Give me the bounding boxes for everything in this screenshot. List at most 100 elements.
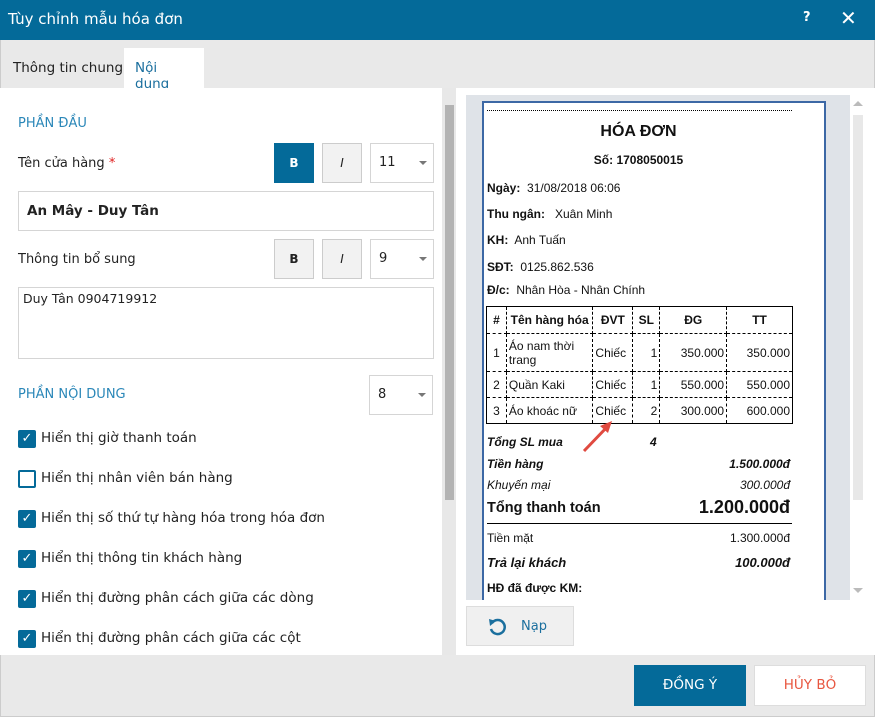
value: Anh Tuấn (514, 233, 566, 247)
extra-info-font-size-select[interactable]: 9 (370, 239, 434, 279)
required-marker: * (108, 156, 116, 171)
table-cell: Chiếc (592, 333, 634, 372)
total-qty-value: 4 (650, 435, 657, 449)
store-name-label-text: Tên cửa hàng (18, 156, 105, 171)
scrollbar-thumb[interactable] (445, 105, 454, 500)
help-button[interactable]: ? (803, 10, 811, 25)
store-name-input[interactable]: An Mây - Duy Tân (18, 191, 434, 231)
label: Đ/c: (487, 283, 510, 297)
annotation-arrow-icon (582, 421, 612, 453)
table-cell: 550.000 (726, 371, 793, 398)
reload-label: Nạp (521, 619, 547, 634)
checkbox-checked[interactable]: ✓ (18, 550, 36, 568)
option-label[interactable]: Hiển thị thông tin khách hàng (41, 550, 242, 566)
reload-button[interactable]: Nạp (466, 606, 574, 646)
content-font-size-select[interactable]: 8 (369, 375, 433, 415)
table-cell: Quần Kaki (505, 371, 594, 398)
font-size-value: 11 (379, 155, 396, 170)
label: SĐT: (487, 260, 514, 274)
receipt-paper: HÓA ĐƠN Số: 1708050015 Ngày: 31/08/2018 … (482, 101, 826, 600)
label: Ngày: (487, 181, 521, 195)
receipt-date: Ngày: 31/08/2018 06:06 (487, 181, 620, 195)
checkbox-checked[interactable]: ✓ (18, 510, 36, 528)
cancel-button[interactable]: HỦY BỎ (754, 665, 866, 706)
receipt-customer: KH: Anh Tuấn (487, 233, 566, 247)
tab-general-info[interactable]: Thông tin chung (2, 48, 134, 88)
font-size-value: 9 (379, 251, 388, 266)
column-header: ĐVT (592, 306, 634, 334)
extra-info-italic-button[interactable]: I (322, 239, 362, 279)
column-header: SL (632, 306, 661, 334)
table-row: 2 Quần Kaki Chiếc 1 550.000 550.000 (486, 371, 793, 398)
subtotal-value: 1.500.000đ (729, 457, 790, 471)
value: Xuân Minh (555, 207, 613, 221)
column-header: ĐG (659, 306, 728, 334)
cash-value: 1.300.000đ (729, 531, 790, 545)
checkbox-checked[interactable]: ✓ (18, 590, 36, 608)
change-value: 100.000đ (735, 555, 790, 570)
checkbox-checked[interactable]: ✓ (18, 430, 36, 448)
table-cell: 2 (486, 371, 507, 398)
store-name-bold-button[interactable]: B (274, 143, 314, 183)
discount-label: Khuyến mại (487, 478, 551, 492)
promo-label: HĐ đã được KM: (487, 581, 583, 595)
table-cell: 2 (632, 397, 661, 424)
close-button[interactable]: ✕ (840, 6, 857, 30)
store-name-italic-button[interactable]: I (322, 143, 362, 183)
receipt-phone: SĐT: 0125.862.536 (487, 260, 594, 274)
scrollbar-track[interactable] (853, 115, 863, 500)
table-cell: 1 (632, 333, 661, 372)
chevron-down-icon (418, 393, 426, 397)
column-header: TT (726, 306, 793, 334)
table-cell: 350.000 (726, 333, 793, 372)
font-size-value: 8 (378, 387, 387, 402)
header-section-title: PHẦN ĐẦU (18, 116, 87, 131)
option-label[interactable]: Hiển thị giờ thanh toán (41, 430, 197, 446)
scroll-down-icon[interactable] (853, 588, 863, 593)
receipt-address: Đ/c: Nhân Hòa - Nhân Chính (487, 283, 645, 297)
total-qty-label: Tổng SL mua (487, 435, 563, 449)
value: 0125.862.536 (520, 260, 594, 274)
table-cell: 1 (632, 371, 661, 398)
table-cell: 600.000 (726, 397, 793, 424)
extra-info-textarea[interactable]: Duy Tân 0904719912 (18, 287, 434, 359)
option-label[interactable]: Hiển thị nhân viên bán hàng (41, 470, 233, 486)
left-scrollbar[interactable] (442, 88, 456, 655)
checkbox-checked[interactable]: ✓ (18, 630, 36, 648)
table-cell: Áo nam thời trang (505, 333, 594, 372)
ok-button[interactable]: ĐỒNG Ý (634, 665, 746, 706)
receipt-title: HÓA ĐƠN (600, 123, 677, 140)
chevron-down-icon (419, 257, 427, 261)
value: 31/08/2018 06:06 (527, 181, 621, 195)
option-label[interactable]: Hiển thị đường phân cách giữa các cột (41, 630, 301, 646)
dialog-titlebar: Tùy chỉnh mẫu hóa đơn ? ✕ (0, 0, 875, 40)
checkbox-unchecked[interactable] (18, 470, 36, 488)
change-label: Trả lại khách (487, 555, 567, 570)
preview-scrollbar[interactable] (850, 95, 865, 600)
table-cell: 1 (486, 333, 507, 372)
extra-info-bold-button[interactable]: B (274, 239, 314, 279)
option-label[interactable]: Hiển thị đường phân cách giữa các dòng (41, 590, 314, 606)
dialog-footer: ĐỒNG Ý HỦY BỎ (0, 655, 875, 717)
tab-bar: Thông tin chung Nội dung (0, 40, 875, 92)
dotted-divider (487, 110, 792, 111)
scroll-up-icon[interactable] (853, 101, 863, 106)
extra-info-label: Thông tin bổ sung (18, 252, 136, 267)
settings-panel: PHẦN ĐẦU Tên cửa hàng * B I 11 An Mây - … (2, 88, 442, 655)
receipt-number: Số: 1708050015 (593, 153, 684, 167)
grand-total-value: 1.200.000đ (698, 497, 790, 517)
refresh-icon (489, 618, 506, 636)
store-name-label: Tên cửa hàng * (18, 156, 115, 171)
items-table: # Tên hàng hóa ĐVT SL ĐG TT 1 Áo nam thời tran… (486, 306, 793, 424)
subtotal-label: Tiền hàng (487, 457, 544, 471)
receipt-cashier: Thu ngân: Xuân Minh (487, 207, 612, 221)
divider (487, 523, 792, 524)
table-cell: Chiếc (592, 371, 634, 398)
label: KH: (487, 233, 509, 247)
store-name-font-size-select[interactable]: 11 (370, 143, 434, 183)
discount-value: 300.000đ (739, 478, 790, 492)
tab-content[interactable]: Nội dung (124, 48, 204, 92)
label: Thu ngân: (487, 207, 545, 221)
option-label[interactable]: Hiển thị số thứ tự hàng hóa trong hóa đơ… (41, 510, 325, 526)
dialog-title: Tùy chỉnh mẫu hóa đơn (8, 10, 183, 28)
